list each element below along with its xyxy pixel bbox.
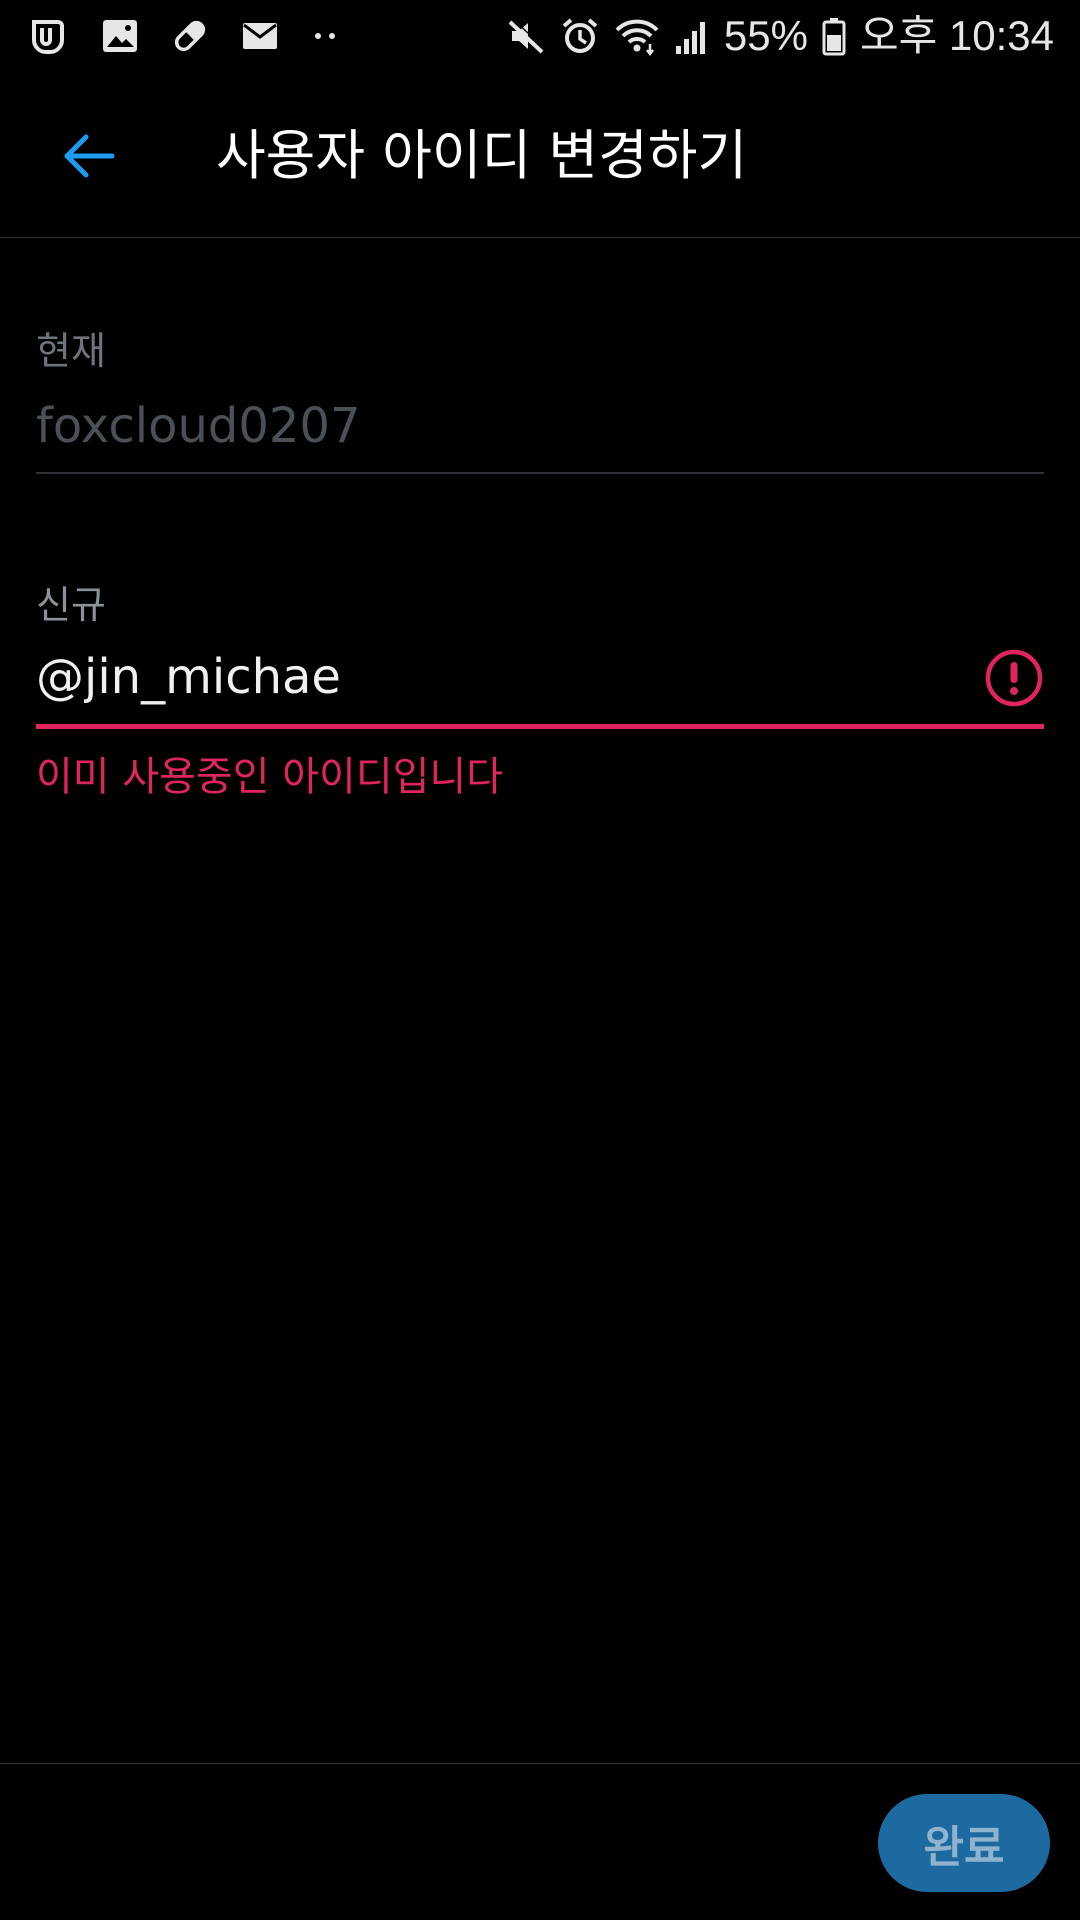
- bottom-bar: 완료: [0, 1763, 1080, 1920]
- signal-icon: [674, 16, 710, 56]
- current-username-row: foxcloud0207: [36, 380, 1044, 474]
- username-error-message: 이미 사용중인 아이디입니다: [36, 754, 504, 800]
- done-button[interactable]: 완료: [878, 1794, 1050, 1892]
- exclamation-circle-icon: [984, 648, 1044, 708]
- new-username-label: 신규: [36, 583, 106, 627]
- new-username-input-wrap: @: [36, 649, 944, 705]
- pill-icon: [170, 16, 210, 56]
- app-notification-icon: [26, 14, 70, 58]
- new-username-field: 신규 @ 이미 사용중인 아이디입니다: [36, 580, 1044, 803]
- status-bar-system: 55% 오후 10:34: [492, 15, 1054, 57]
- mute-icon: [506, 16, 546, 56]
- current-username-field: 현재 foxcloud0207: [36, 326, 1044, 474]
- current-username-label: 현재: [36, 329, 106, 373]
- back-button[interactable]: [52, 122, 124, 194]
- status-bar: 55% 오후 10:34: [0, 0, 1080, 72]
- status-bar-notifications: [26, 14, 370, 58]
- new-username-input[interactable]: [84, 649, 944, 705]
- current-username-value: foxcloud0207: [36, 398, 361, 454]
- battery-percent: 55%: [723, 12, 808, 59]
- username-prefix: @: [36, 649, 84, 705]
- status-time: 오후 10:34: [859, 12, 1054, 59]
- battery-icon: [822, 16, 846, 56]
- new-username-row: @: [36, 630, 1044, 729]
- more-dots-icon: [310, 16, 340, 56]
- page-title: 사용자 아이디 변경하기: [216, 124, 748, 187]
- arrow-left-icon: [60, 132, 116, 184]
- alarm-icon: [560, 16, 600, 56]
- image-icon: [100, 16, 140, 56]
- wifi-icon: [614, 16, 660, 56]
- mail-icon: [240, 16, 280, 56]
- app-bar: 사용자 아이디 변경하기: [0, 72, 1080, 238]
